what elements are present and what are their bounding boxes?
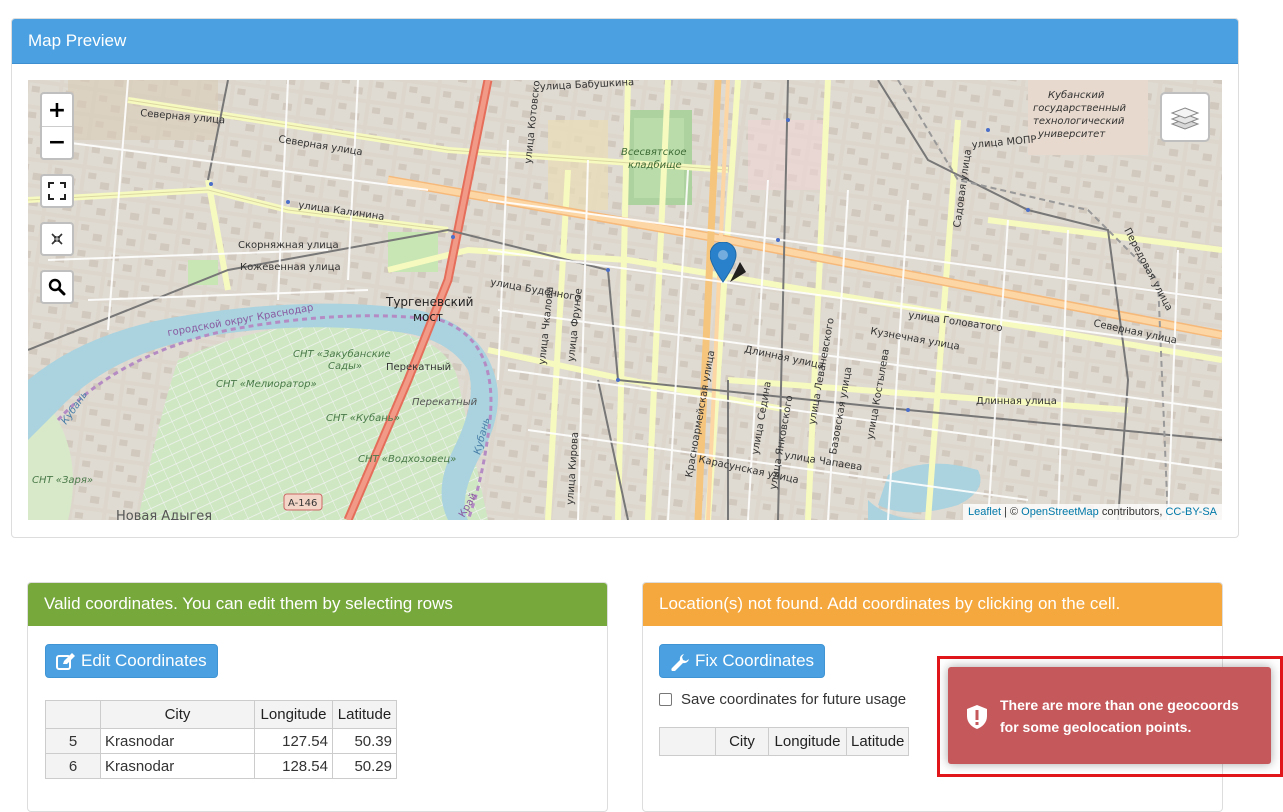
svg-text:Кубанский: Кубанский: [1048, 89, 1105, 101]
svg-text:СНТ «Мелиоратор»: СНТ «Мелиоратор»: [216, 379, 317, 390]
svg-text:Перекатный: Перекатный: [412, 397, 478, 408]
edit-coordinates-button[interactable]: Edit Coordinates: [45, 644, 218, 678]
fullscreen-button[interactable]: [40, 174, 74, 208]
svg-text:СНТ «Водхозовец»: СНТ «Водхозовец»: [358, 454, 456, 465]
column-header-index[interactable]: [659, 727, 716, 756]
svg-text:Перекатный: Перекатный: [386, 362, 451, 373]
svg-text:университет: университет: [1037, 129, 1106, 140]
shield-warning-icon: [967, 705, 987, 729]
svg-text:СНТ «Закубанские: СНТ «Закубанские: [293, 348, 390, 360]
svg-text:Длинная улица: Длинная улица: [976, 396, 1057, 407]
svg-text:Всесвятское: Всесвятское: [621, 147, 687, 158]
city-cell[interactable]: Krasnodar: [100, 728, 255, 754]
map-preview-title: Map Preview: [12, 19, 1238, 64]
save-coordinates-checkbox[interactable]: Save coordinates for future usage: [659, 691, 906, 708]
latitude-cell[interactable]: 50.39: [332, 728, 397, 754]
valid-coordinates-title: Valid coordinates. You can edit them by …: [28, 583, 607, 626]
leaflet-link[interactable]: Leaflet: [968, 506, 1001, 518]
svg-text:Скорняжная улица: Скорняжная улица: [238, 240, 339, 251]
map-tiles: Северная улица Северная улица Северная у…: [28, 80, 1222, 520]
column-header-latitude[interactable]: Latitude: [845, 727, 910, 756]
svg-text:государственный: государственный: [1033, 103, 1127, 114]
column-header-longitude[interactable]: Longitude: [768, 727, 847, 756]
missing-coordinates-table: City Longitude Latitude: [659, 727, 910, 756]
svg-text:мост: мост: [413, 310, 443, 324]
map-search-button[interactable]: [40, 270, 74, 304]
zoom-in-button[interactable]: +: [42, 94, 72, 126]
column-header-longitude[interactable]: Longitude: [254, 700, 333, 729]
layers-control-button[interactable]: [1160, 92, 1210, 142]
svg-text:Кожевенная улица: Кожевенная улица: [240, 262, 341, 273]
location-marker-icon[interactable]: [709, 241, 746, 295]
table-row[interactable]: 5 Krasnodar 127.54 50.39: [45, 728, 397, 754]
missing-locations-title: Location(s) not found. Add coordinates b…: [643, 583, 1222, 626]
longitude-cell[interactable]: 128.54: [254, 753, 333, 779]
svg-text:СНТ «Кубань»: СНТ «Кубань»: [326, 412, 400, 424]
svg-text:СНТ «Заря»: СНТ «Заря»: [32, 475, 93, 486]
openstreetmap-link[interactable]: OpenStreetMap: [1021, 506, 1099, 518]
svg-text:Сады»: Сады»: [328, 361, 362, 372]
row-index: 6: [45, 753, 101, 779]
svg-text:Тургеневский: Тургеневский: [385, 295, 473, 309]
valid-coordinates-table: City Longitude Latitude 5 Krasnodar 127.…: [45, 700, 397, 779]
map-preview-panel: Map Preview Северная улица Северная улиц…: [11, 18, 1239, 538]
map-attribution: Leaflet | © OpenStreetMap contributors, …: [962, 504, 1222, 520]
column-header-city[interactable]: City: [100, 700, 255, 729]
zoom-control: + −: [40, 92, 74, 160]
svg-text:технологический: технологический: [1033, 116, 1125, 127]
column-header-latitude[interactable]: Latitude: [332, 700, 397, 729]
svg-text:кладбище: кладбище: [628, 159, 682, 171]
toast-message: There are more than one geocoords for so…: [1000, 696, 1239, 735]
layers-icon: [1170, 107, 1200, 130]
save-coordinates-label: Save coordinates for future usage: [681, 691, 907, 708]
collapse-arrows-icon: [51, 233, 63, 245]
svg-text:A-146: A-146: [288, 498, 317, 509]
row-index: 5: [45, 728, 101, 754]
error-toast[interactable]: There are more than one geocoords for so…: [948, 667, 1271, 764]
map-canvas[interactable]: Северная улица Северная улица Северная у…: [28, 80, 1222, 520]
zoom-out-button[interactable]: −: [42, 126, 72, 158]
longitude-cell[interactable]: 127.54: [254, 728, 333, 754]
toast-highlight-frame: There are more than one geocoords for so…: [937, 656, 1283, 777]
license-link[interactable]: CC-BY-SA: [1165, 506, 1217, 518]
fix-coordinates-label: Fix Coordinates: [695, 651, 815, 670]
svg-text:Новая Адыгея: Новая Адыгея: [116, 509, 212, 520]
city-cell[interactable]: Krasnodar: [100, 753, 255, 779]
column-header-city[interactable]: City: [715, 727, 769, 756]
wrench-icon: [671, 654, 689, 671]
latitude-cell[interactable]: 50.29: [332, 753, 397, 779]
valid-coordinates-panel: Valid coordinates. You can edit them by …: [27, 582, 608, 812]
table-row[interactable]: 6 Krasnodar 128.54 50.29: [45, 753, 397, 779]
edit-icon: [56, 653, 75, 670]
reset-view-button[interactable]: [40, 222, 74, 256]
checkbox-box[interactable]: [659, 693, 672, 706]
edit-coordinates-label: Edit Coordinates: [81, 651, 207, 670]
fix-coordinates-button[interactable]: Fix Coordinates: [659, 644, 826, 678]
column-header-index[interactable]: [45, 700, 101, 729]
search-icon: [48, 278, 66, 296]
fullscreen-icon: [48, 182, 66, 200]
